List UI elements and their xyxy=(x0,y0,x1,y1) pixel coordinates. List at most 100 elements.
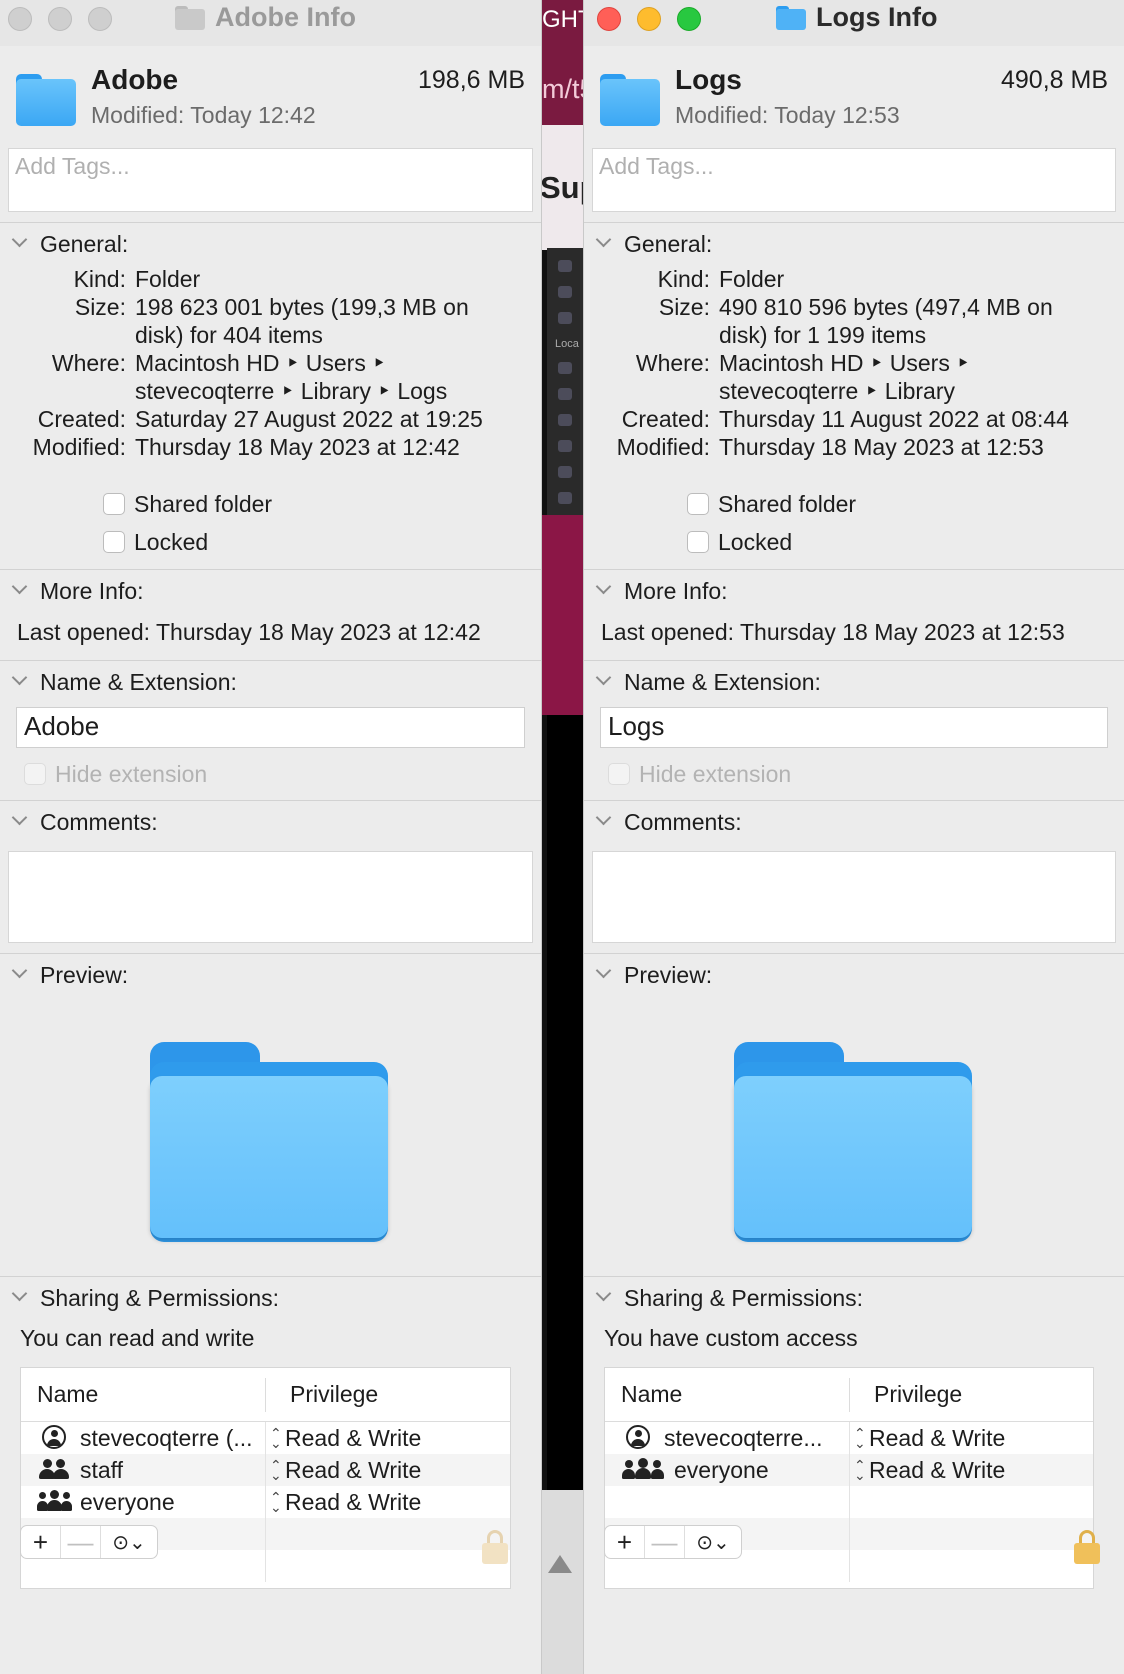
general-details: Kind: Folder Size: 198 623 001 bytes (199,… xyxy=(0,265,541,461)
column-privilege[interactable]: Privilege xyxy=(266,1381,378,1408)
user-circle-icon xyxy=(37,1425,71,1451)
checkbox[interactable] xyxy=(608,763,630,785)
column-name[interactable]: Name xyxy=(21,1377,266,1412)
updown-icon[interactable]: ⌃ ⌄ xyxy=(854,1458,866,1482)
comments-field[interactable] xyxy=(8,851,533,943)
table-header: Name Privilege xyxy=(605,1368,1093,1422)
table-row[interactable]: everyone ⌃ ⌄ Read & Write xyxy=(21,1486,510,1518)
shared-folder-label: Shared folder xyxy=(134,490,273,517)
size-value: 198 623 001 bytes (199,3 MB on xyxy=(135,294,469,320)
locked-checkbox[interactable]: Locked xyxy=(584,523,1124,561)
last-opened: Last opened: Thursday 18 May 2023 at 12:… xyxy=(601,618,1065,645)
checkbox[interactable] xyxy=(103,493,125,515)
section-comments-toggle[interactable]: Comments: xyxy=(0,801,541,843)
section-name-extension-toggle[interactable]: Name & Extension: xyxy=(584,661,1124,703)
section-more-info-toggle[interactable]: More Info: xyxy=(0,570,541,612)
row-name: everyone xyxy=(674,1456,769,1483)
section-general-toggle[interactable]: General: xyxy=(584,223,1124,265)
table-row[interactable]: stevecoqterre (... ⌃ ⌄ Read & Write xyxy=(21,1422,510,1454)
table-row[interactable]: stevecoqterre... ⌃ ⌄ Read & Write xyxy=(605,1422,1093,1454)
checkbox[interactable] xyxy=(687,531,709,553)
permissions-toolbar: + — ⊙⌄ xyxy=(20,1524,158,1560)
window-title-text: Adobe Info xyxy=(215,2,356,32)
size-value: 490 810 596 bytes (497,4 MB on xyxy=(719,294,1053,320)
where-label: Where: xyxy=(635,350,710,376)
hide-extension-checkbox[interactable]: Hide extension xyxy=(0,748,541,800)
checkbox[interactable] xyxy=(687,493,709,515)
updown-icon[interactable]: ⌃ ⌄ xyxy=(270,1426,282,1450)
chevron-down-icon xyxy=(596,672,610,686)
close-button[interactable] xyxy=(8,7,32,31)
row-privilege[interactable]: Read & Write xyxy=(285,1425,421,1452)
created-value: Saturday 27 August 2022 at 19:25 xyxy=(135,406,483,432)
comments-field[interactable] xyxy=(592,851,1116,943)
titlebar[interactable]: Logs Info xyxy=(584,0,1124,46)
shared-folder-label: Shared folder xyxy=(718,490,857,517)
updown-icon[interactable]: ⌃ ⌄ xyxy=(270,1458,282,1482)
section-sharing-toggle[interactable]: Sharing & Permissions: xyxy=(584,1277,1124,1319)
chevron-down-icon xyxy=(12,812,26,826)
file-header: Logs 490,8 MB Modified: Today 12:53 xyxy=(584,46,1124,148)
locked-checkbox[interactable]: Locked xyxy=(0,523,541,561)
section-general-toggle[interactable]: General: xyxy=(0,223,541,265)
add-button[interactable]: + xyxy=(605,1526,645,1558)
shared-folder-checkbox[interactable]: Shared folder xyxy=(0,485,541,523)
checkbox[interactable] xyxy=(24,763,46,785)
tags-field[interactable]: Add Tags... xyxy=(8,148,533,212)
column-name[interactable]: Name xyxy=(605,1377,850,1412)
file-header: Adobe 198,6 MB Modified: Today 12:42 xyxy=(0,46,541,148)
kind-value: Folder xyxy=(135,266,201,292)
scroll-up-arrow-icon[interactable] xyxy=(548,1555,572,1573)
where-label: Where: xyxy=(51,350,126,376)
section-name-extension-heading: Name & Extension: xyxy=(624,668,821,695)
chevron-down-icon xyxy=(12,965,26,979)
section-comments-toggle[interactable]: Comments: xyxy=(584,801,1124,843)
section-preview-toggle[interactable]: Preview: xyxy=(0,954,541,996)
folder-preview-icon xyxy=(150,1042,388,1242)
lock-icon[interactable] xyxy=(1074,1530,1100,1564)
info-window-logs: Logs Info Logs 490,8 MB Modified: Today … xyxy=(583,0,1124,1674)
general-details: Kind: Folder Size: 490 810 596 bytes (497,… xyxy=(584,265,1124,461)
folder-icon xyxy=(776,5,806,30)
section-sharing-toggle[interactable]: Sharing & Permissions: xyxy=(0,1277,541,1319)
table-row[interactable]: staff ⌃ ⌄ Read & Write xyxy=(21,1454,510,1486)
lock-icon[interactable] xyxy=(482,1530,508,1564)
zoom-button[interactable] xyxy=(677,7,701,31)
remove-button[interactable]: — xyxy=(645,1526,685,1558)
column-privilege[interactable]: Privilege xyxy=(850,1381,962,1408)
hide-extension-checkbox[interactable]: Hide extension xyxy=(584,748,1124,800)
table-row[interactable]: everyone ⌃ ⌄ Read & Write xyxy=(605,1454,1093,1486)
window-title: Logs Info xyxy=(776,2,937,33)
where-value-cont: stevecoqterre ‣ Library xyxy=(719,378,955,404)
name-field[interactable]: Logs xyxy=(600,707,1108,748)
row-privilege[interactable]: Read & Write xyxy=(869,1457,1005,1484)
section-more-info-toggle[interactable]: More Info: xyxy=(584,570,1124,612)
section-name-extension-toggle[interactable]: Name & Extension: xyxy=(0,661,541,703)
updown-icon[interactable]: ⌃ ⌄ xyxy=(270,1490,282,1514)
section-general-heading: General: xyxy=(624,230,713,257)
minimize-button[interactable] xyxy=(48,7,72,31)
section-name-extension-heading: Name & Extension: xyxy=(40,668,237,695)
remove-button[interactable]: — xyxy=(61,1526,101,1558)
zoom-button[interactable] xyxy=(88,7,112,31)
row-privilege[interactable]: Read & Write xyxy=(285,1457,421,1484)
minimize-button[interactable] xyxy=(637,7,661,31)
action-menu-button[interactable]: ⊙⌄ xyxy=(685,1526,741,1558)
tags-field[interactable]: Add Tags... xyxy=(592,148,1116,212)
updown-icon[interactable]: ⌃ ⌄ xyxy=(854,1426,866,1450)
titlebar[interactable]: Adobe Info xyxy=(0,0,541,46)
checkbox[interactable] xyxy=(103,531,125,553)
hide-extension-label: Hide extension xyxy=(639,760,792,787)
row-privilege[interactable]: Read & Write xyxy=(285,1489,421,1516)
shared-folder-checkbox[interactable]: Shared folder xyxy=(584,485,1124,523)
size-label: Size: xyxy=(658,294,710,320)
section-preview-toggle[interactable]: Preview: xyxy=(584,954,1124,996)
action-menu-button[interactable]: ⊙⌄ xyxy=(101,1526,157,1558)
name-field[interactable]: Adobe xyxy=(16,707,525,748)
add-button[interactable]: + xyxy=(21,1526,61,1558)
close-button[interactable] xyxy=(597,7,621,31)
row-privilege[interactable]: Read & Write xyxy=(869,1425,1005,1452)
window-title: Adobe Info xyxy=(175,2,356,33)
file-name: Adobe xyxy=(91,64,179,95)
row-name: stevecoqterre (... xyxy=(80,1424,253,1451)
